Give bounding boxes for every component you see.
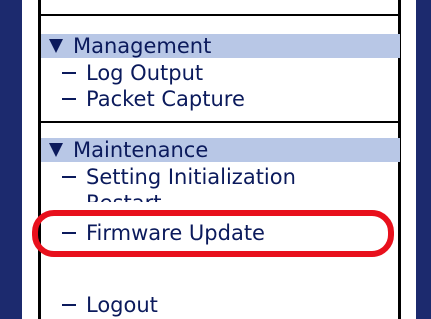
left-frame-border [0, 0, 22, 319]
dash-icon [62, 72, 76, 74]
menu-item-label: Restart [86, 191, 161, 202]
menu-item-packet-capture[interactable]: Packet Capture [62, 86, 245, 112]
dash-icon [62, 304, 76, 306]
menu-item-label: Log Output [86, 61, 204, 85]
menu-item-setting-initialization[interactable]: Setting Initialization [62, 164, 296, 190]
dash-icon [62, 176, 76, 178]
dash-icon [62, 98, 76, 100]
menu-item-label: Setting Initialization [86, 165, 296, 189]
triangle-down-icon [49, 143, 63, 157]
highlight-annotation [32, 210, 394, 257]
right-frame-border [416, 0, 431, 319]
menu-item-log-output[interactable]: Log Output [62, 60, 203, 86]
menu-divider [38, 14, 400, 16]
menu-divider [38, 121, 400, 123]
triangle-down-icon [49, 39, 63, 53]
section-header-label: Maintenance [73, 138, 209, 162]
menu-item-restart[interactable]: Restart [62, 190, 161, 202]
menu-item-label: Packet Capture [86, 87, 245, 111]
section-header-management[interactable]: Management [41, 34, 400, 58]
section-header-maintenance[interactable]: Maintenance [41, 138, 400, 162]
menu-item-logout[interactable]: Logout [62, 292, 158, 318]
menu-item-label: Logout [86, 293, 158, 317]
section-header-label: Management [73, 34, 212, 58]
